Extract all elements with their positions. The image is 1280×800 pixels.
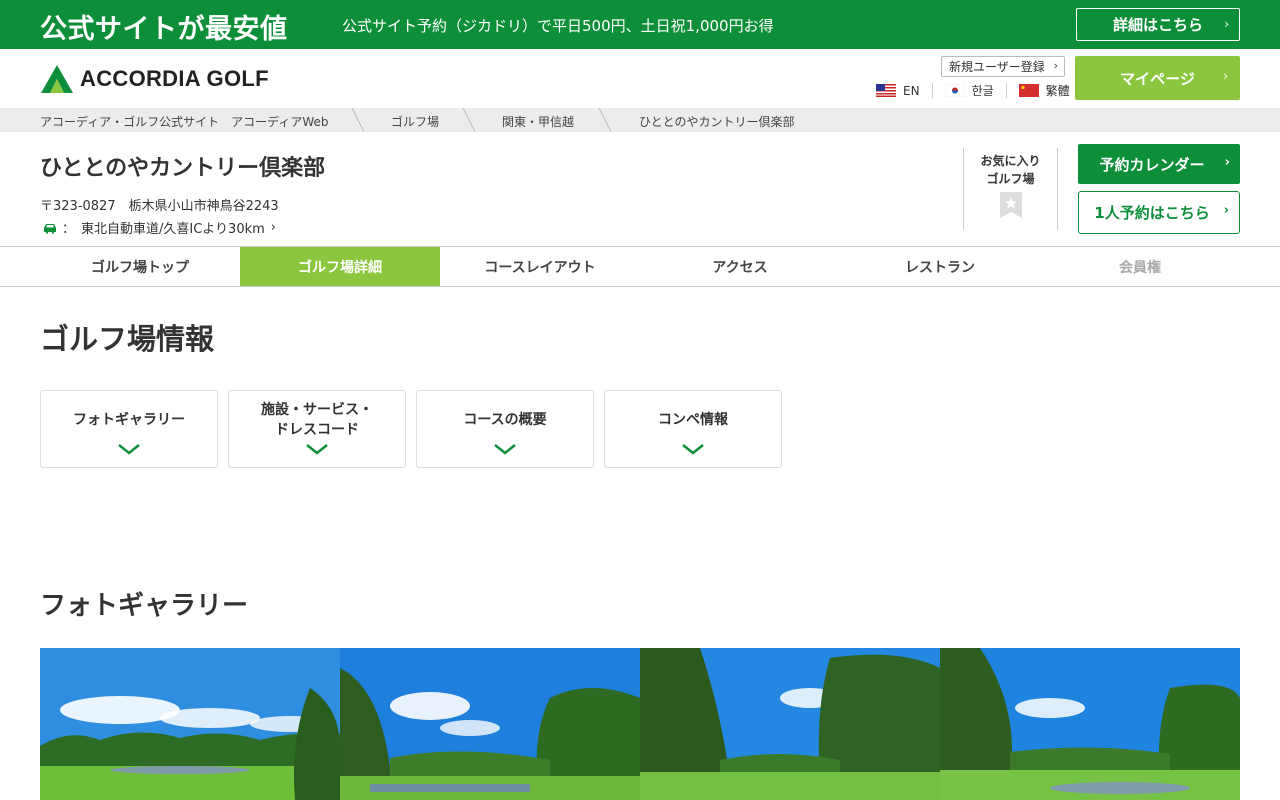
tab-membership: 会員権	[1119, 259, 1161, 276]
chevron-down-icon	[306, 444, 328, 455]
info-section-title: ゴルフ場情報	[40, 322, 215, 356]
tab-golf-details[interactable]: ゴルフ場詳細	[240, 247, 440, 286]
access-separator: ：	[62, 222, 76, 237]
accordia-logo-icon	[41, 65, 73, 93]
card-facilities-dresscode[interactable]: 施設・サービス・ ドレスコード	[228, 390, 406, 468]
reservation-calendar-label: 予約カレンダー	[1099, 155, 1205, 174]
signup-label: 新規ユーザー登録	[949, 60, 1045, 74]
promo-title: 公式サイトが最安値	[40, 14, 288, 45]
breadcrumb-home[interactable]: アコーディア・ゴルフ公式サイト アコーディアWeb	[40, 113, 328, 130]
breadcrumb-current: ひととのやカントリー倶楽部	[639, 115, 795, 129]
chevron-right-icon: ›	[1224, 155, 1230, 170]
breadcrumb-separator	[599, 108, 611, 132]
golf-course-photo	[40, 648, 340, 800]
promo-text: 公式サイト予約（ジカドリ）で平日500円、土日祝1,000円お得	[342, 17, 774, 35]
us-flag-icon	[876, 84, 896, 97]
club-address: 〒323-0827 栃木県小山市神鳥谷2243	[40, 199, 279, 214]
breadcrumb-separator	[352, 108, 364, 132]
lang-zh-label: 繁體	[1045, 84, 1070, 98]
gallery-photo[interactable]	[940, 648, 1240, 800]
accordia-logo[interactable]: ACCORDIA GOLF	[40, 64, 269, 94]
single-reservation-button[interactable]: 1人予約はこちら ›	[1078, 191, 1240, 234]
promo-banner: 公式サイトが最安値 公式サイト予約（ジカドリ）で平日500円、土日祝1,000円…	[0, 0, 1280, 49]
korea-flag-icon	[944, 84, 965, 97]
photo-gallery	[40, 648, 1240, 800]
bookmark-star-icon	[999, 192, 1022, 218]
favorite-label-2: ゴルフ場	[986, 172, 1035, 186]
tab-golf-top[interactable]: ゴルフ場トップ	[40, 247, 240, 286]
club-name: ひととのやカントリー倶楽部	[40, 156, 326, 181]
divider	[1005, 83, 1007, 98]
tab-access[interactable]: アクセス	[640, 247, 840, 286]
card-label-2: ドレスコード	[275, 422, 359, 438]
breadcrumb-region[interactable]: 関東・甲信越	[502, 113, 574, 130]
signup-button[interactable]: 新規ユーザー登録 ›	[941, 56, 1065, 77]
lang-ko-label: 한글	[971, 84, 994, 98]
chevron-right-icon: ›	[1053, 59, 1058, 72]
chevron-down-icon	[118, 444, 140, 455]
chevron-right-icon: ›	[1224, 17, 1229, 31]
promo-details-label: 詳細はこちら	[1112, 16, 1203, 34]
single-reservation-label: 1人予約はこちら	[1094, 204, 1210, 222]
club-access-link[interactable]: ： 東北自動車道/久喜ICより30km ›	[42, 218, 276, 237]
reservation-calendar-button[interactable]: 予約カレンダー ›	[1078, 144, 1240, 184]
card-label: 施設・サービス・	[261, 402, 373, 418]
golf-course-photo	[640, 648, 940, 800]
club-tabs: ゴルフ場トップ ゴルフ場詳細 コースレイアウト アクセス レストラン 会員権	[0, 246, 1280, 287]
lang-zh[interactable]: 繁體	[1018, 82, 1070, 99]
gallery-section-title: フォトギャラリー	[40, 591, 249, 621]
favorite-toggle[interactable]: お気に入り ゴルフ場	[963, 148, 1058, 230]
card-competition-info[interactable]: コンペ情報	[604, 390, 782, 468]
card-photo-gallery[interactable]: フォトギャラリー	[40, 390, 218, 468]
gallery-photo[interactable]	[640, 648, 940, 800]
chevron-down-icon	[682, 444, 704, 455]
promo-details-button[interactable]: 詳細はこちら ›	[1076, 8, 1240, 41]
breadcrumb-golf-courses[interactable]: ゴルフ場	[391, 113, 439, 130]
tab-restaurant[interactable]: レストラン	[840, 247, 1040, 286]
chevron-right-icon: ›	[1223, 203, 1229, 218]
china-flag-icon	[1018, 84, 1039, 97]
chevron-down-icon	[494, 444, 516, 455]
card-course-overview[interactable]: コースの概要	[416, 390, 594, 468]
info-cards: フォトギャラリー 施設・サービス・ ドレスコード コースの概要 コンペ情報	[40, 390, 782, 468]
divider	[931, 83, 933, 98]
golf-course-photo	[340, 648, 640, 800]
card-label: コンペ情報	[658, 412, 728, 428]
card-label: コースの概要	[463, 412, 547, 428]
chevron-right-icon: ›	[270, 220, 276, 235]
chevron-right-icon: ›	[1223, 69, 1228, 83]
breadcrumb-separator	[463, 108, 475, 132]
logo-text: ACCORDIA GOLF	[80, 66, 269, 91]
mypage-label: マイページ	[1120, 69, 1195, 88]
gallery-photo[interactable]	[40, 648, 340, 800]
mypage-button[interactable]: マイページ ›	[1075, 56, 1240, 100]
lang-ko[interactable]: 한글	[944, 82, 994, 99]
car-icon	[44, 223, 56, 233]
golf-course-photo	[940, 648, 1240, 800]
club-access-text: 東北自動車道/久喜ICより30km	[81, 222, 265, 237]
breadcrumb: アコーディア・ゴルフ公式サイト アコーディアWeb ゴルフ場 関東・甲信越 ひと…	[0, 108, 1280, 132]
gallery-photo[interactable]	[340, 648, 640, 800]
language-switcher: EN 한글 繁體	[876, 82, 1070, 99]
tab-course-layout[interactable]: コースレイアウト	[440, 247, 640, 286]
favorite-label-1: お気に入り	[980, 154, 1041, 168]
lang-en[interactable]: EN	[876, 84, 920, 98]
lang-en-label: EN	[903, 83, 920, 98]
card-label: フォトギャラリー	[73, 412, 185, 428]
